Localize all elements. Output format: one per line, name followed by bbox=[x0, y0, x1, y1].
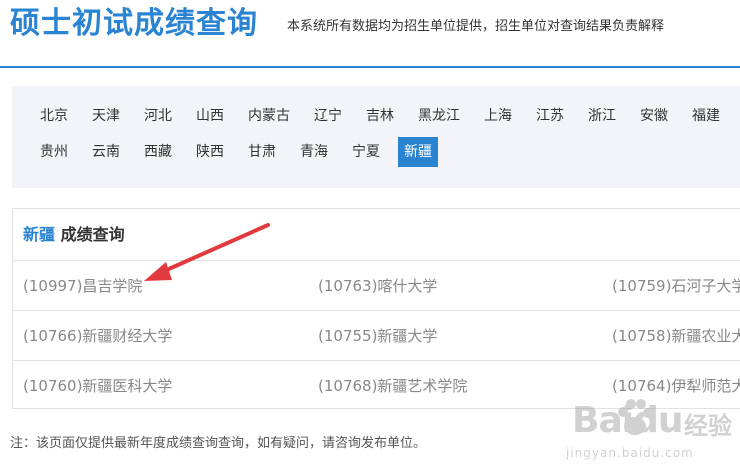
university-link[interactable]: (10763)喀什大学 bbox=[318, 261, 437, 311]
university-row: (10997)昌吉学院 (10763)喀什大学 (10759)石河子大学 bbox=[13, 260, 740, 311]
result-province-name: 新疆 bbox=[23, 225, 56, 244]
university-link[interactable]: (10997)昌吉学院 bbox=[23, 261, 142, 311]
province-link[interactable]: 青海 bbox=[294, 137, 334, 167]
university-link[interactable]: (10766)新疆财经大学 bbox=[23, 311, 172, 361]
province-link[interactable]: 天津 bbox=[86, 101, 126, 131]
university-link[interactable]: (10759)石河子大学 bbox=[612, 261, 740, 311]
university-row: (10766)新疆财经大学 (10755)新疆大学 (10758)新疆农业大学 bbox=[13, 310, 740, 361]
page-subtitle: 本系统所有数据均为招生单位提供，招生单位对查询结果负责解释 bbox=[287, 19, 665, 34]
province-link[interactable]: 贵州 bbox=[34, 137, 74, 167]
result-title-suffix: 成绩查询 bbox=[60, 225, 125, 244]
footer-note: 注：该页面仅提供最新年度成绩查询查询，如有疑问，请咨询发布单位。 bbox=[10, 436, 427, 451]
page-title: 硕士初试成绩查询 bbox=[10, 6, 258, 41]
province-link[interactable]: 吉林 bbox=[360, 101, 400, 131]
province-link[interactable]: 上海 bbox=[478, 101, 518, 131]
baidu-jingyan-watermark: Baidu 经验 jingyan.baidu.com bbox=[566, 392, 740, 473]
university-link[interactable]: (10768)新疆艺术学院 bbox=[318, 361, 467, 411]
province-link[interactable]: 安徽 bbox=[634, 101, 674, 131]
province-link[interactable]: 陕西 bbox=[190, 137, 230, 167]
province-row-2: 贵州 云南 西藏 陕西 甘肃 青海 宁夏 新疆 bbox=[34, 137, 450, 167]
province-link[interactable]: 甘肃 bbox=[242, 137, 282, 167]
province-link-active[interactable]: 新疆 bbox=[398, 137, 438, 167]
province-link[interactable]: 河北 bbox=[138, 101, 178, 131]
province-link[interactable]: 北京 bbox=[34, 101, 74, 131]
province-link[interactable]: 云南 bbox=[86, 137, 126, 167]
province-selector: 北京 天津 河北 山西 内蒙古 辽宁 吉林 黑龙江 上海 江苏 浙江 安徽 福建… bbox=[12, 86, 740, 188]
baidu-paw-icon bbox=[618, 399, 653, 435]
university-link[interactable]: (10758)新疆农业大学 bbox=[612, 311, 740, 361]
province-link[interactable]: 宁夏 bbox=[346, 137, 386, 167]
province-link[interactable]: 黑龙江 bbox=[412, 101, 466, 131]
result-panel: 新疆 成绩查询 (10997)昌吉学院 (10763)喀什大学 (10759)石… bbox=[12, 208, 740, 409]
province-row-1: 北京 天津 河北 山西 内蒙古 辽宁 吉林 黑龙江 上海 江苏 浙江 安徽 福建… bbox=[34, 101, 740, 131]
university-link[interactable]: (10755)新疆大学 bbox=[318, 311, 437, 361]
page-header: 硕士初试成绩查询 本系统所有数据均为招生单位提供，招生单位对查询结果负责解释 bbox=[0, 0, 740, 68]
province-link[interactable]: 西藏 bbox=[138, 137, 178, 167]
province-link[interactable]: 内蒙古 bbox=[242, 101, 296, 131]
university-link[interactable]: (10760)新疆医科大学 bbox=[23, 361, 172, 411]
result-title: 新疆 成绩查询 bbox=[23, 223, 125, 247]
province-link[interactable]: 辽宁 bbox=[308, 101, 348, 131]
province-link[interactable]: 山西 bbox=[190, 101, 230, 131]
province-link[interactable]: 福建 bbox=[686, 101, 726, 131]
province-link[interactable]: 江苏 bbox=[530, 101, 570, 131]
watermark-suffix: 经验 bbox=[684, 412, 732, 440]
watermark-url: jingyan.baidu.com bbox=[566, 446, 694, 460]
province-link[interactable]: 浙江 bbox=[582, 101, 622, 131]
